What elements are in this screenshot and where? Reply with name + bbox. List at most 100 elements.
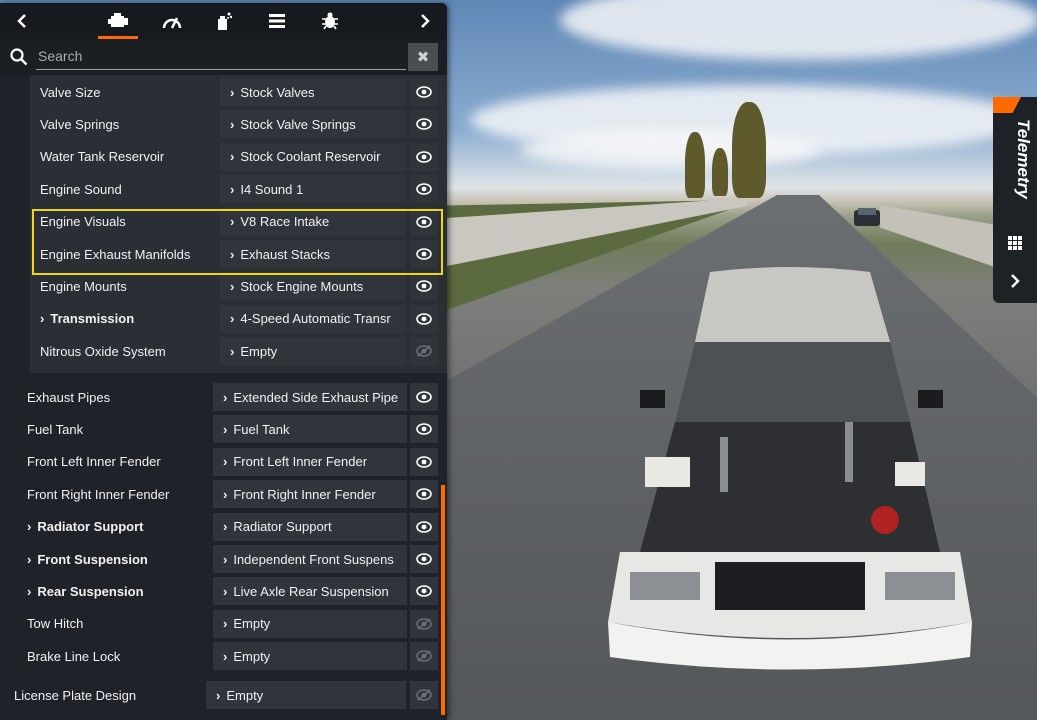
chevron-right-icon: › [223,616,228,632]
scrollbar-thumb[interactable] [441,485,445,715]
chevron-right-icon: › [230,84,235,100]
part-select-dropdown[interactable]: › Fuel Tank [213,415,407,444]
part-select-dropdown[interactable]: › V8 Race Intake [220,207,406,236]
part-select-dropdown[interactable]: › Extended Side Exhaust Pipe [213,383,407,411]
chevron-right-icon[interactable] [1003,272,1027,296]
eye-icon[interactable] [410,207,438,236]
eye-off-icon[interactable] [410,609,438,638]
part-row: › Radiator Support › Radiator Support [0,512,447,542]
tab-tuning[interactable] [147,3,197,39]
eye-icon[interactable] [410,480,438,509]
part-select-value: Independent Front Suspens [233,551,394,567]
part-select-dropdown[interactable]: › Stock Valves [220,78,406,106]
part-slot-label: Valve Size [40,85,100,100]
chevron-right-icon: › [230,116,235,132]
part-slot-text: Engine Mounts [40,278,127,294]
part-select-dropdown[interactable]: › Front Right Inner Fender [213,480,407,509]
expand-part-toggle[interactable]: › Radiator Support [27,519,144,534]
part-slot-label: Engine Visuals [40,214,126,229]
part-slot-label: Nitrous Oxide System [40,344,166,359]
part-slot-label: License Plate Design [14,688,136,703]
expand-part-toggle[interactable]: › Transmission [40,311,134,326]
part-select-dropdown[interactable]: › Stock Coolant Reservoir [220,142,406,171]
vehicle-config-panel: ✖ Valve Size › Stock Valves Valve Springs › S… [0,3,447,720]
part-select-dropdown[interactable]: › Empty [220,337,406,366]
part-slot-text: Engine Exhaust Manifolds [40,246,191,262]
part-slot-text: Radiator Support [37,519,144,535]
tab-parts[interactable] [93,3,143,39]
chevron-right-icon: › [223,648,228,664]
part-slot-label: Engine Sound [40,182,122,197]
part-row: › Transmission › 4-Speed Automatic Transr [0,304,447,334]
eye-icon[interactable] [410,240,438,268]
tab-paint[interactable] [199,3,249,39]
part-select-dropdown[interactable]: › I4 Sound 1 [220,175,406,204]
expand-part-toggle[interactable]: › Rear Suspension [27,584,144,599]
parts-tree: Valve Size › Stock Valves Valve Springs › Sto… [0,75,447,720]
part-slot-text: Front Suspension [37,551,148,567]
part-row: License Plate Design › Empty [0,680,447,710]
part-select-dropdown[interactable]: › Empty [206,681,406,709]
tab-list[interactable] [252,3,302,39]
eye-icon[interactable] [410,110,438,139]
chevron-right-icon: › [230,149,235,165]
chevron-right-icon: › [230,246,235,262]
part-select-value: Live Axle Rear Suspension [233,583,389,599]
eye-icon[interactable] [410,512,438,541]
eye-off-icon[interactable] [410,681,438,709]
eye-icon[interactable] [410,415,438,444]
part-select-dropdown[interactable]: › Live Axle Rear Suspension [213,577,407,606]
expand-part-toggle[interactable]: › Front Suspension [27,552,148,567]
part-select-dropdown[interactable]: › Stock Valve Springs [220,110,406,139]
clear-search-button[interactable]: ✖ [408,43,438,71]
next-tab-button[interactable] [403,3,447,39]
eye-icon[interactable] [410,304,438,333]
chevron-right-icon: › [230,214,235,230]
part-row: Front Left Inner Fender › Front Left Inner… [0,447,447,477]
eye-icon[interactable] [410,447,438,476]
part-select-value: Exhaust Stacks [240,246,330,262]
part-select-dropdown[interactable]: › Exhaust Stacks [220,240,406,268]
part-select-dropdown[interactable]: › 4-Speed Automatic Transr [220,304,406,333]
part-select-dropdown[interactable]: › Empty [213,609,407,638]
eye-icon[interactable] [410,577,438,606]
eye-icon[interactable] [410,272,438,301]
part-select-dropdown[interactable]: › Empty [213,642,407,671]
part-slot-text: License Plate Design [14,687,137,703]
chevron-right-icon: › [230,343,235,359]
part-slot-text: Rear Suspension [37,583,144,599]
part-row: Engine Exhaust Manifolds › Exhaust Stacks [0,239,447,269]
part-select-dropdown[interactable]: › Independent Front Suspens [213,545,407,573]
eye-off-icon[interactable] [410,337,438,366]
eye-icon[interactable] [410,175,438,204]
part-slot-label: Engine Exhaust Manifolds [40,247,190,262]
chevron-right-icon: › [230,311,235,327]
gauge-icon [162,17,182,29]
part-select-value: Front Left Inner Fender [233,454,368,470]
grid-icon[interactable] [1005,235,1025,255]
telemetry-panel-tab[interactable]: Telemetry [993,97,1037,303]
part-row: Brake Line Lock › Empty [0,641,447,671]
part-select-value: Fuel Tank [233,421,290,437]
chevron-right-icon: › [230,278,235,294]
part-select-dropdown[interactable]: › Stock Engine Mounts [220,272,406,301]
part-slot-text: Engine Visuals [40,214,126,230]
part-select-value: I4 Sound 1 [240,181,304,197]
search-bar: ✖ [0,39,447,75]
eye-icon[interactable] [410,78,438,106]
part-slot-label: Engine Mounts [40,279,127,294]
eye-icon[interactable] [410,142,438,171]
part-select-dropdown[interactable]: › Radiator Support [213,512,407,541]
part-slot-text: Fuel Tank [27,421,84,437]
prev-tab-button[interactable] [0,3,44,39]
tab-debug[interactable] [305,3,355,39]
part-row: Engine Visuals › V8 Race Intake [0,207,447,237]
eye-icon[interactable] [410,383,438,411]
search-input[interactable] [36,43,406,70]
part-slot-text: Brake Line Lock [27,648,121,664]
part-slot-label: Front Left Inner Fender [27,454,161,469]
chevron-right-icon: › [223,486,228,502]
eye-icon[interactable] [410,545,438,573]
part-select-dropdown[interactable]: › Front Left Inner Fender [213,447,407,476]
eye-off-icon[interactable] [410,642,438,671]
